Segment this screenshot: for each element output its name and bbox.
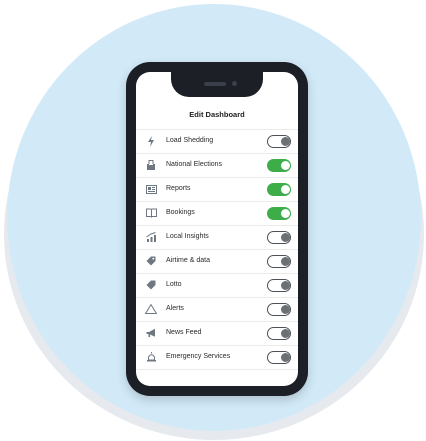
page-title: Edit Dashboard: [189, 110, 245, 119]
ballot-box-icon: [145, 159, 157, 171]
warning-icon: [145, 303, 157, 315]
item-label: Lotto: [166, 281, 182, 288]
list-item-load-shedding: Load Shedding: [136, 129, 298, 153]
chart-icon: [145, 231, 157, 243]
camera-dot: [232, 81, 237, 86]
list-item-local-insights: Local Insights: [136, 225, 298, 249]
list-item-emergency-services: Emergency Services: [136, 345, 298, 370]
toggle-switch[interactable]: [267, 159, 291, 172]
toggle-switch[interactable]: [267, 135, 291, 148]
item-label: Local Insights: [166, 233, 209, 240]
list-item-news-feed: News Feed: [136, 321, 298, 345]
phone-notch: [171, 72, 263, 97]
toggle-switch[interactable]: [267, 279, 291, 292]
toggle-switch[interactable]: [267, 231, 291, 244]
list-item-national-elections: National Elections: [136, 153, 298, 177]
item-label: Reports: [166, 185, 191, 192]
ticket-icon: [145, 279, 157, 291]
toggle-switch[interactable]: [267, 207, 291, 220]
toggle-switch[interactable]: [267, 183, 291, 196]
list-item-alerts: Alerts: [136, 297, 298, 321]
toggle-switch[interactable]: [267, 255, 291, 268]
list-item-airtime-data: Airtime & data: [136, 249, 298, 273]
item-label: Bookings: [166, 209, 195, 216]
list-item-reports: Reports: [136, 177, 298, 201]
book-icon: [145, 207, 157, 219]
list-item-bookings: Bookings: [136, 201, 298, 225]
list-item-lotto: Lotto: [136, 273, 298, 297]
item-label: Load Shedding: [166, 137, 214, 144]
dashboard-settings-list: Load Shedding National Elections Reports: [136, 129, 298, 370]
item-label: National Elections: [166, 161, 223, 168]
toggle-switch[interactable]: [267, 303, 291, 316]
phone-frame: Edit Dashboard Load Shedding National El…: [126, 62, 308, 396]
megaphone-icon: [145, 327, 157, 339]
speaker-grill: [204, 82, 226, 86]
lightning-icon: [145, 135, 157, 147]
phone-screen: Edit Dashboard Load Shedding National El…: [136, 72, 298, 386]
siren-icon: [145, 351, 157, 363]
item-label: News Feed: [166, 329, 202, 336]
newspaper-icon: [145, 183, 157, 195]
toggle-switch[interactable]: [267, 351, 291, 364]
item-label: Airtime & data: [166, 257, 210, 264]
item-label: Alerts: [166, 305, 184, 312]
tag-icon: [145, 255, 157, 267]
toggle-switch[interactable]: [267, 327, 291, 340]
item-label: Emergency Services: [166, 353, 231, 360]
